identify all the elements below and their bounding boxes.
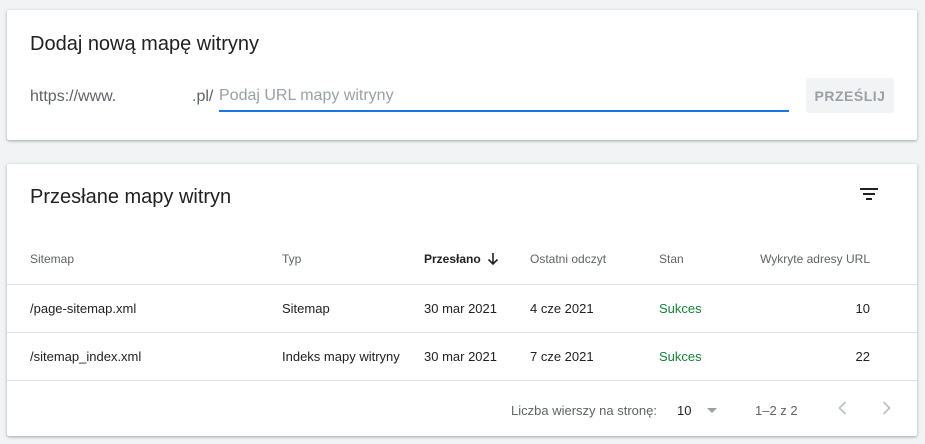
column-header-last-read[interactable]: Ostatni odczyt: [530, 234, 659, 285]
cell-sitemap: /page-sitemap.xml: [7, 284, 282, 333]
cell-status: Sukces: [659, 332, 739, 380]
column-header-sitemap[interactable]: Sitemap: [7, 234, 282, 285]
table-row[interactable]: /page-sitemap.xml Sitemap 30 mar 2021 4 …: [7, 284, 917, 333]
cell-discovered-urls: 10: [739, 284, 917, 333]
column-header-submitted[interactable]: Przesłano: [424, 234, 530, 285]
chevron-right-icon[interactable]: [876, 398, 896, 418]
table-row[interactable]: /sitemap_index.xml Indeks mapy witryny 3…: [7, 332, 917, 380]
rows-per-page-select[interactable]: 10: [677, 403, 691, 418]
cell-type: Indeks mapy witryny: [282, 332, 424, 380]
page-range: 1–2 z 2: [755, 403, 798, 418]
url-suffix: .pl/: [192, 88, 214, 105]
add-sitemap-title: Dodaj nową mapę witryny: [30, 33, 259, 55]
table-header-row: Sitemap Typ Przesłano Ostatni odczyt Sta…: [7, 234, 917, 285]
submitted-sitemaps-title: Przesłane mapy witryn: [30, 186, 232, 208]
table-footer: Liczba wierszy na stronę: 10 1–2 z 2: [7, 380, 917, 437]
sitemaps-table: Sitemap Typ Przesłano Ostatni odczyt Sta…: [7, 234, 917, 380]
column-header-submitted-label: Przesłano: [424, 251, 481, 266]
rows-per-page-label: Liczba wierszy na stronę:: [511, 403, 657, 418]
submitted-sitemaps-card: Przesłane mapy witryn Sitemap Typ Przesł…: [7, 164, 917, 436]
cell-sitemap: /sitemap_index.xml: [7, 332, 282, 380]
cell-status: Sukces: [659, 284, 739, 333]
cell-discovered-urls: 22: [739, 332, 917, 380]
arrow-down-icon: [487, 253, 498, 266]
sitemap-url-input[interactable]: [219, 82, 789, 112]
cell-submitted: 30 mar 2021: [424, 284, 530, 333]
column-header-type[interactable]: Typ: [282, 234, 424, 285]
cell-submitted: 30 mar 2021: [424, 332, 530, 380]
cell-last-read: 7 cze 2021: [530, 332, 659, 380]
column-header-status[interactable]: Stan: [659, 234, 739, 285]
cell-last-read: 4 cze 2021: [530, 284, 659, 333]
column-header-discovered-urls[interactable]: Wykryte adresy URL: [739, 234, 917, 285]
filter-icon[interactable]: [857, 184, 881, 204]
add-sitemap-card: Dodaj nową mapę witryny https://www. .pl…: [7, 10, 917, 140]
url-prefix: https://www.: [30, 88, 117, 105]
cell-type: Sitemap: [282, 284, 424, 333]
chevron-down-icon[interactable]: [706, 407, 718, 415]
chevron-left-icon[interactable]: [833, 398, 853, 418]
submit-button[interactable]: PRZEŚLIJ: [806, 78, 894, 113]
